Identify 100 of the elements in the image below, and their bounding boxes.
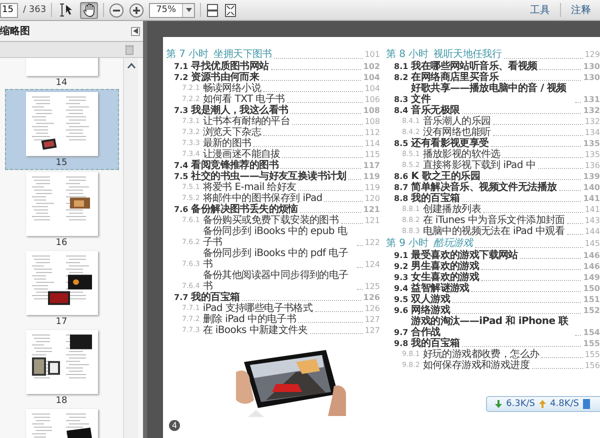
- entry-page-number: 135: [583, 138, 600, 149]
- entry-page-number: 125: [364, 281, 380, 292]
- entry-number: 9.3: [394, 272, 408, 283]
- entry-page-number: 145: [584, 238, 600, 250]
- entry-title: 坐拥天下图书: [214, 48, 272, 60]
- page-thumbnail[interactable]: 15: [4, 89, 118, 170]
- page-number-field[interactable]: 15: [0, 2, 18, 18]
- entry-title: 备份其他阅读器中同步得到的电子书: [202, 270, 350, 292]
- thumbnail-page-drawing: [26, 330, 98, 394]
- entry-title: 简单解决音乐、视频文件无法播放: [411, 182, 557, 193]
- entry-number: 第 8 小时: [386, 48, 429, 60]
- toolbar-link[interactable]: 工具: [525, 3, 555, 17]
- entry-page-number: 149: [583, 272, 600, 283]
- entry-number: 8.6: [394, 171, 408, 182]
- entry-number: 9.5: [394, 294, 408, 305]
- entry-page-number: 150: [583, 283, 600, 294]
- page-thumbnail[interactable]: 17: [6, 249, 118, 328]
- entry-page-number: 155: [583, 338, 600, 349]
- entry-title: 浏览天下杂志: [202, 127, 262, 138]
- entry-title: 酷玩游戏: [434, 237, 473, 250]
- page-thumbnail[interactable]: 16: [6, 170, 118, 249]
- cursor-icon: [58, 3, 74, 17]
- entry-page-number: 140: [583, 182, 600, 193]
- entry-title: 益智解谜游戏: [411, 283, 470, 294]
- entry-page-number: 124: [364, 259, 380, 270]
- entry-page-number: 127: [364, 314, 380, 325]
- entry-number: 7.3: [174, 105, 188, 116]
- entry-title: 播放影视的软件选: [422, 149, 500, 160]
- entry-number: 8.5: [394, 138, 408, 149]
- entry-title: 音乐潮人的乐园: [422, 116, 491, 127]
- entry-page-number: 156: [584, 360, 600, 371]
- entry-title: 双人游戏: [411, 294, 450, 305]
- scrollbar[interactable]: [123, 58, 138, 438]
- zoom-out-icon[interactable]: [109, 2, 124, 18]
- entry-number: 8.2: [394, 72, 408, 83]
- entry-title: 没有网络也能听: [422, 127, 491, 138]
- entry-number: 8.7: [394, 182, 408, 193]
- thumbnail-label: 14: [56, 78, 68, 88]
- entry-title: 我的百宝箱: [411, 338, 460, 349]
- entry-title: 备份购买或免费下载安装的图书: [202, 215, 339, 226]
- entry-number: 7.5: [174, 171, 188, 182]
- entry-title: 畅读网络小说: [202, 83, 262, 94]
- fullscreen-icon[interactable]: [224, 2, 238, 18]
- tray-icon: [583, 399, 590, 409]
- caret-icon: [186, 8, 192, 12]
- entry-number: 8.4: [394, 105, 408, 116]
- entry-page-number: 135: [584, 149, 600, 160]
- scroll-up-icon[interactable]: [126, 62, 136, 69]
- toolbar-link[interactable]: 注释: [566, 3, 596, 17]
- entry-page-number: 155: [584, 349, 600, 360]
- zoom-in-icon[interactable]: [129, 2, 144, 18]
- entry-number: 9.7: [394, 327, 408, 338]
- page-thumbnail[interactable]: 14: [6, 58, 118, 89]
- entry-page-number: 151: [583, 294, 600, 305]
- entry-title: 我的百宝箱: [411, 193, 460, 204]
- entry-number: 第 7 小时: [166, 48, 209, 60]
- entry-title: 备份解决图书丢失的烦恼: [191, 204, 298, 215]
- entry-page-number: 101: [364, 49, 380, 61]
- entry-page-number: 144: [584, 226, 600, 237]
- entry-title: 好玩的游戏都收费，怎么办: [422, 349, 540, 360]
- panel-title: 缩略图: [0, 24, 30, 38]
- entry-number: 8.3: [394, 94, 408, 105]
- entry-page-number: 122: [364, 237, 380, 248]
- entry-number: 第 9 小时: [386, 237, 429, 250]
- collapse-button[interactable]: [131, 26, 140, 36]
- entry-page-number: 108: [363, 105, 380, 116]
- entry-title: 男生喜欢的游戏: [411, 261, 480, 272]
- page-thumbnail[interactable]: 18: [6, 328, 118, 407]
- entry-page-number: 102: [363, 61, 380, 72]
- hand-tool-button[interactable]: [80, 2, 98, 18]
- entry-page-number: 129: [584, 49, 600, 61]
- entry-number: 7.4: [174, 160, 188, 171]
- thumbnail-label: 17: [56, 317, 68, 327]
- entry-page-number: 126: [364, 303, 380, 314]
- entry-page-number: 146: [583, 261, 600, 272]
- entry-title: 将爱书 E-mail 给好友: [202, 182, 296, 193]
- entry-page-number: 120: [364, 193, 380, 204]
- entry-number: 8.8: [394, 193, 408, 204]
- entry-title: 如何保存游戏和游戏进度: [422, 360, 530, 371]
- entry-page-number: 131: [583, 94, 600, 105]
- entry-page-number: 141: [583, 193, 600, 204]
- entry-title: 电脑中的视频无法在 iPad 中观看: [422, 226, 565, 237]
- entry-page-number: 115: [364, 149, 380, 160]
- entry-title: 如何看 TXT 电子书: [202, 94, 285, 105]
- entry-title: 资源书由何而来: [191, 72, 260, 83]
- entry-page-number: 130: [583, 72, 600, 83]
- entry-number: 8.1: [394, 61, 408, 72]
- upload-arrow-icon: [539, 400, 546, 408]
- entry-page-number: 104: [363, 72, 380, 83]
- collapse-icon: [133, 28, 138, 34]
- download-speed: 6.3K/S: [506, 399, 536, 409]
- entry-number: 9.1: [394, 250, 408, 261]
- zoom-dropdown[interactable]: 75%: [149, 2, 196, 18]
- page-count: / 363: [23, 5, 46, 15]
- entry-title: 最新的图书: [202, 138, 252, 149]
- entry-title: 备份同步到 iBooks 中的 pdf 电子书: [202, 248, 350, 270]
- entry-title: K 歌之王的乐园: [411, 171, 480, 182]
- entry-title: 女生喜欢的游戏: [411, 272, 480, 283]
- entry-page-number: 108: [364, 116, 380, 127]
- fit-page-icon[interactable]: [206, 2, 220, 18]
